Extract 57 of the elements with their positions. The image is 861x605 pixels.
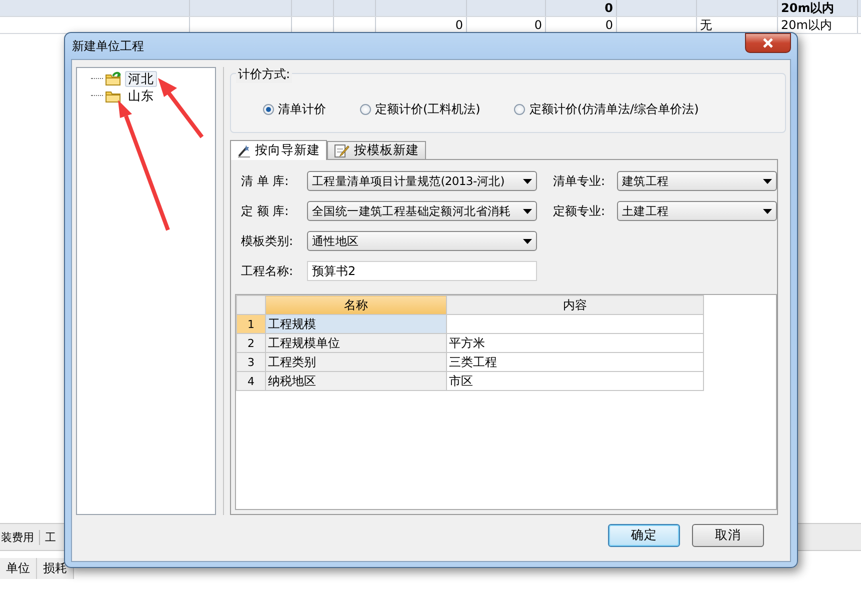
column-header: 名称 xyxy=(266,296,446,314)
field-label: 清单专业: xyxy=(553,172,606,190)
table-cell: 无 xyxy=(700,18,712,32)
radio-button[interactable]: 定额计价(工料机法) xyxy=(360,100,480,118)
table-cell[interactable]: 平方米 xyxy=(446,334,704,352)
close-icon xyxy=(762,38,774,48)
dropdown-arrow-icon xyxy=(763,208,772,214)
dropdown[interactable]: 工程量清单项目计量规范(2013-河北) xyxy=(307,171,537,191)
folder-icon xyxy=(105,70,123,86)
dropdown[interactable]: 土建工程 xyxy=(617,201,777,221)
table-cell[interactable]: 三类工程 xyxy=(446,352,704,372)
table-cell[interactable] xyxy=(446,314,704,334)
table-cell: 20m以内 xyxy=(781,18,832,32)
table-cell: 20m以内 xyxy=(781,1,834,15)
dropdown[interactable]: 通性地区 xyxy=(307,231,537,251)
dropdown-arrow-icon xyxy=(523,238,532,244)
wand-icon xyxy=(237,144,251,158)
row-number: 2 xyxy=(236,334,266,352)
row-number: 4 xyxy=(236,372,266,390)
tab[interactable]: 按向导新建 xyxy=(230,140,327,160)
row-number: 3 xyxy=(236,352,266,372)
notepad-pencil-icon xyxy=(334,143,350,158)
tree-item[interactable]: 河北 xyxy=(125,70,157,86)
dropdown-arrow-icon xyxy=(523,178,532,184)
dropdown-arrow-icon xyxy=(523,208,532,214)
dialog-button[interactable]: 确定 xyxy=(608,524,680,546)
tab[interactable]: 按模板新建 xyxy=(327,141,426,159)
close-button[interactable] xyxy=(745,33,791,53)
table-cell[interactable]: 工程规模单位 xyxy=(266,334,446,352)
group-label: 计价方式: xyxy=(236,66,292,83)
table-cell[interactable]: 市区 xyxy=(446,372,704,390)
column-header: 内容 xyxy=(446,296,704,314)
table-cell: 0 xyxy=(455,18,463,32)
field-label: 模板类别: xyxy=(241,232,294,250)
field-label: 定 额 库: xyxy=(241,202,290,220)
dialog-button[interactable]: 取消 xyxy=(692,524,764,546)
column-header: 单位 xyxy=(0,558,37,578)
table-cell: 0 xyxy=(604,1,613,15)
tree-item[interactable]: 山东 xyxy=(125,88,157,104)
radio-button[interactable]: 清单计价 xyxy=(263,100,326,118)
table-cell[interactable]: 工程类别 xyxy=(266,352,446,372)
dropdown[interactable]: 全国统一建筑工程基础定额河北省消耗 xyxy=(307,201,537,221)
window-title: 新建单位工程 xyxy=(71,38,144,54)
radio-button[interactable]: 定额计价(仿清单法/综合单价法) xyxy=(514,100,699,118)
tab[interactable]: 工 xyxy=(40,530,61,544)
table-cell: 0 xyxy=(534,18,542,32)
table-cell[interactable]: 工程规模 xyxy=(266,314,446,334)
field-label: 工程名称: xyxy=(241,262,294,280)
tab[interactable]: 装费用 xyxy=(0,530,40,544)
input-field[interactable]: 预算书2 xyxy=(307,261,537,281)
field-label: 定额专业: xyxy=(553,202,606,220)
dropdown[interactable]: 建筑工程 xyxy=(617,171,777,191)
table-cell: 0 xyxy=(605,18,613,32)
field-label: 清 单 库: xyxy=(241,172,290,190)
dropdown-arrow-icon xyxy=(763,178,772,184)
table-cell[interactable]: 纳税地区 xyxy=(266,372,446,390)
row-number: 1 xyxy=(236,314,266,334)
